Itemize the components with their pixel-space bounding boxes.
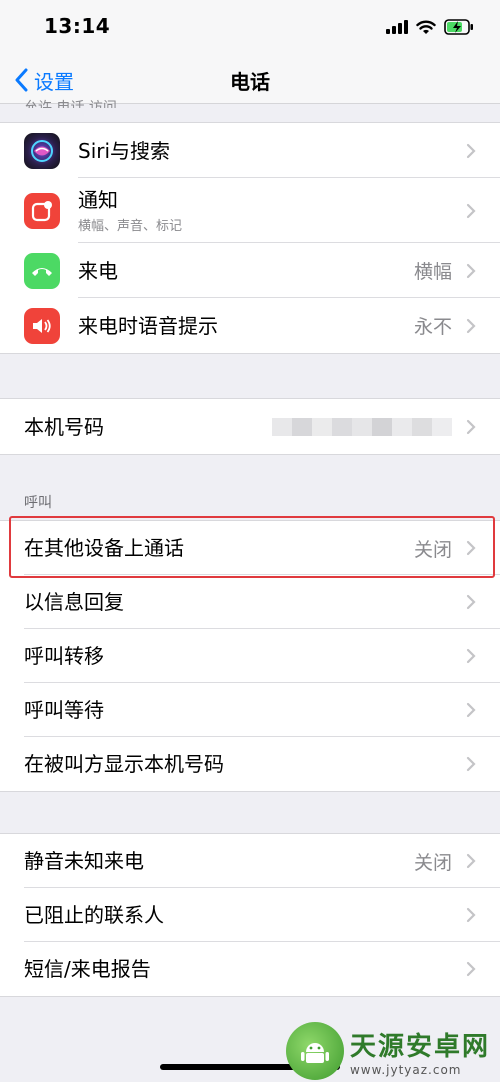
battery-charging-icon (444, 19, 473, 35)
status-time: 13:14 (44, 14, 111, 38)
page-title: 电话 (230, 70, 270, 94)
phone-icon (24, 252, 60, 289)
row-announce-calls[interactable]: 来电时语音提示 永不 (0, 298, 500, 353)
chevron-right-icon (466, 419, 476, 434)
row-show-caller-id[interactable]: 在被叫方显示本机号码 (0, 737, 500, 791)
my-number-group: 本机号码 (0, 398, 500, 455)
row-value: 关闭 (413, 538, 452, 561)
watermark: 天源安卓网 www.jytyaz.com (285, 1022, 490, 1080)
row-label: 通知 (78, 188, 118, 212)
status-bar: 13:14 (0, 0, 500, 56)
calls-group: 在其他设备上通话 关闭 以信息回复 呼叫转移 呼叫等待 在被叫方显示本机号码 (0, 520, 500, 792)
cellular-signal-icon (386, 20, 408, 34)
chevron-right-icon (466, 263, 476, 278)
row-notifications[interactable]: 通知 横幅、声音、标记 (0, 178, 500, 243)
row-label: 静音未知来电 (24, 849, 144, 873)
row-my-number[interactable]: 本机号码 (0, 399, 500, 454)
row-value: 永不 (413, 316, 452, 338)
row-subtitle: 横幅、声音、标记 (78, 219, 183, 234)
row-calls-on-other-devices[interactable]: 在其他设备上通话 关闭 (0, 521, 500, 575)
notification-icon (24, 192, 60, 229)
row-blocked-contacts[interactable]: 已阻止的联系人 (0, 888, 500, 942)
row-value: 横幅 (413, 261, 452, 283)
section-header-allow-access: 允许 电话 访问 (24, 100, 117, 108)
row-label: Siri与搜索 (78, 138, 171, 163)
app-settings-group: Siri与搜索 通知 横幅、声音、标记 来电 横幅 来电时语音提示 永不 (0, 122, 500, 354)
row-call-forwarding[interactable]: 呼叫转移 (0, 629, 500, 683)
row-silence-unknown-callers[interactable]: 静音未知来电 关闭 (0, 834, 500, 888)
row-label: 呼叫转移 (24, 644, 104, 668)
blocking-group: 静音未知来电 关闭 已阻止的联系人 短信/来电报告 (0, 833, 500, 997)
watermark-url: www.jytyaz.com (349, 1062, 462, 1077)
row-label: 来电时语音提示 (78, 313, 218, 338)
android-logo-icon (285, 1022, 344, 1080)
chevron-right-icon (466, 702, 476, 718)
siri-icon (24, 132, 60, 169)
chevron-right-icon (466, 594, 476, 610)
row-incoming-calls[interactable]: 来电 横幅 (0, 243, 500, 298)
watermark-title: 天源安卓网 (349, 1031, 490, 1062)
chevron-right-icon (466, 318, 476, 333)
chevron-right-icon (466, 203, 476, 218)
chevron-right-icon (466, 961, 476, 977)
status-icons (386, 16, 474, 38)
row-label: 来电 (78, 258, 118, 283)
wifi-icon (416, 20, 436, 34)
chevron-right-icon (466, 756, 476, 772)
speaker-icon (24, 307, 60, 344)
section-header-calls: 呼叫 (24, 495, 52, 511)
chevron-right-icon (466, 143, 476, 158)
row-respond-with-text[interactable]: 以信息回复 (0, 575, 500, 629)
row-value: 关闭 (413, 851, 452, 874)
row-label: 本机号码 (24, 414, 104, 439)
row-call-waiting[interactable]: 呼叫等待 (0, 683, 500, 737)
row-label: 以信息回复 (24, 590, 124, 614)
chevron-right-icon (466, 853, 476, 869)
blurred-phone-number (272, 417, 452, 436)
row-label: 在其他设备上通话 (24, 536, 184, 560)
row-label: 在被叫方显示本机号码 (24, 752, 224, 776)
chevron-right-icon (466, 648, 476, 664)
chevron-right-icon (466, 907, 476, 923)
row-siri-search[interactable]: Siri与搜索 (0, 123, 500, 178)
row-sms-call-reporting[interactable]: 短信/来电报告 (0, 942, 500, 996)
row-label: 呼叫等待 (24, 698, 104, 722)
chevron-right-icon (466, 540, 476, 556)
row-label: 短信/来电报告 (24, 957, 151, 981)
row-label: 已阻止的联系人 (24, 903, 164, 927)
